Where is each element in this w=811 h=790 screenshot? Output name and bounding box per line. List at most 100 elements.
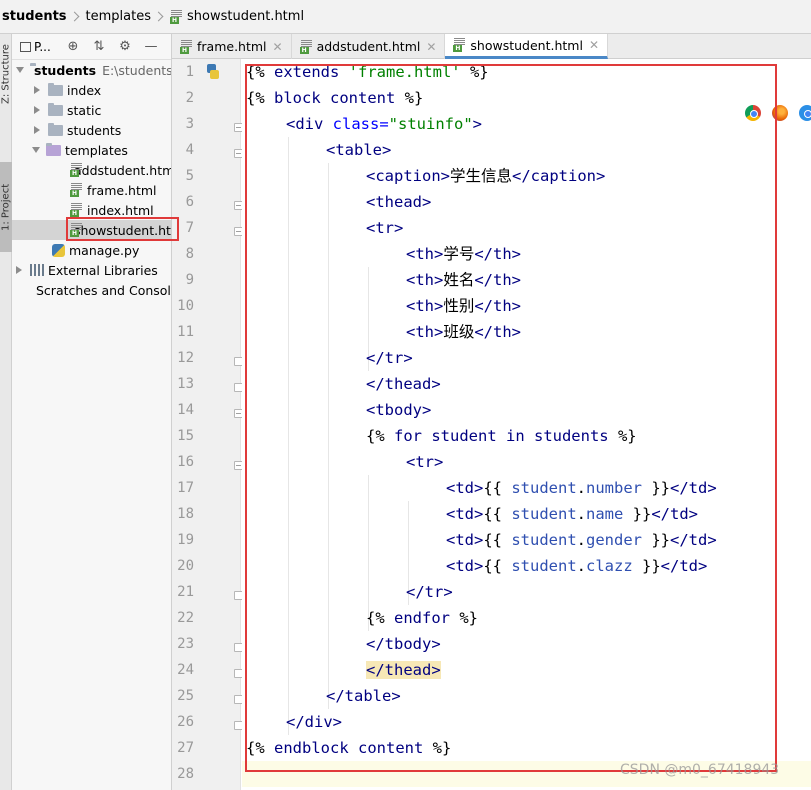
code-line-18: <td>{{ student.name }}</td> xyxy=(446,505,698,523)
breadcrumb-folder-label: templates xyxy=(85,9,152,24)
code-line-13: </thead> xyxy=(366,375,441,393)
html-file-icon: H xyxy=(170,9,183,24)
close-icon[interactable]: ✕ xyxy=(273,40,283,54)
tree-item-frame[interactable]: H frame.html xyxy=(12,180,171,200)
tree-item-label: addstudent.html xyxy=(74,162,172,178)
line-number: 11 xyxy=(177,324,194,340)
line-number: 8 xyxy=(185,246,194,262)
close-icon[interactable]: ✕ xyxy=(426,40,436,54)
project-view-selector[interactable]: P... xyxy=(20,34,60,60)
tab-addstudent-html[interactable]: H addstudent.html ✕ xyxy=(292,34,446,59)
chevron-right-icon xyxy=(153,11,164,22)
tree-item-external-libraries[interactable]: External Libraries xyxy=(12,260,171,280)
chevron-down-icon xyxy=(16,67,24,73)
tree-item-label: static xyxy=(67,102,102,118)
code-line-17: <td>{{ student.number }}</td> xyxy=(446,479,717,497)
python-interpreter-icon[interactable] xyxy=(205,63,221,81)
project-tool-tab[interactable]: 1: Project xyxy=(0,162,12,252)
tree-item-scratches[interactable]: Scratches and Consoles xyxy=(12,280,171,300)
editor-tab-bar: H frame.html ✕ H addstudent.html ✕ H sho… xyxy=(172,34,811,59)
safari-icon[interactable] xyxy=(799,105,811,121)
code-line-1: {% extends 'frame.html' %} xyxy=(246,63,489,81)
breadcrumb-file[interactable]: H showstudent.html xyxy=(170,9,304,24)
html-file-icon: H xyxy=(180,39,193,54)
tree-item-label: frame.html xyxy=(87,182,157,198)
tree-item-label: External Libraries xyxy=(48,262,158,278)
project-view-icon xyxy=(20,41,31,52)
folder-icon xyxy=(48,82,63,96)
tree-item-index-html[interactable]: H index.html xyxy=(12,200,171,220)
code-line-19: <td>{{ student.gender }}</td> xyxy=(446,531,717,549)
project-panel: P... ⊕ ⇅ ⚙ — students E:\students index … xyxy=(12,34,172,790)
watermark: CSDN @m0_67418943 xyxy=(620,762,780,778)
line-number: 16 xyxy=(177,454,194,470)
structure-tool-tab[interactable]: Z: Structure xyxy=(0,38,12,110)
tree-item-static[interactable]: static xyxy=(12,100,171,120)
line-number: 1 xyxy=(185,64,194,80)
tree-item-label: index xyxy=(67,82,102,98)
breadcrumb-folder[interactable]: templates xyxy=(86,9,151,24)
line-number: 15 xyxy=(177,428,194,444)
chevron-right-icon xyxy=(34,106,40,114)
tree-item-label: showstudent.html xyxy=(74,222,171,238)
code-line-5: <caption>学生信息</caption> xyxy=(366,167,606,185)
line-number: 26 xyxy=(177,714,194,730)
tree-item-label: templates xyxy=(65,142,128,158)
html-file-icon: H xyxy=(70,203,83,217)
hide-panel-icon[interactable]: — xyxy=(138,34,164,60)
line-number: 10 xyxy=(177,298,194,314)
editor-gutter[interactable]: 1 2 3 4 5 6 7 8 9 10 11 12 13 14 15 16 1… xyxy=(172,59,243,790)
code-line-12: </tr> xyxy=(366,349,413,367)
chevron-right-icon xyxy=(69,11,79,22)
tree-item-addstudent[interactable]: H addstudent.html xyxy=(12,160,172,180)
code-line-4: <table> xyxy=(326,141,392,159)
locate-target-icon[interactable]: ⊕ xyxy=(60,34,86,60)
code-line-3: <div class="stuinfo"> xyxy=(286,115,483,133)
code-line-14: <tbody> xyxy=(366,401,432,419)
breadcrumb-project[interactable]: students xyxy=(2,9,67,24)
code-line-9: <th>姓名</th> xyxy=(406,271,522,289)
collapse-all-icon[interactable]: ⇅ xyxy=(86,34,112,60)
chevron-down-icon xyxy=(32,147,40,153)
gear-icon[interactable]: ⚙ xyxy=(112,34,138,60)
code-line-27: {% endblock content %} xyxy=(246,739,452,757)
tab-showstudent-html[interactable]: H showstudent.html ✕ xyxy=(445,34,609,59)
tree-item-showstudent[interactable]: H showstudent.html xyxy=(12,220,171,240)
project-panel-toolbar: P... ⊕ ⇅ ⚙ — xyxy=(12,34,171,60)
code-line-6: <thead> xyxy=(366,193,432,211)
tree-item-label: index.html xyxy=(87,202,154,218)
firefox-icon[interactable] xyxy=(772,105,788,121)
code-line-21: </tr> xyxy=(406,583,453,601)
mismatched-tag-highlight: </thead> xyxy=(366,661,441,679)
folder-icon xyxy=(48,102,63,116)
code-line-10: <th>性别</th> xyxy=(406,297,522,315)
line-number: 20 xyxy=(177,558,194,574)
tree-root-path: E:\students xyxy=(102,62,172,78)
tree-item-index[interactable]: index xyxy=(12,80,171,100)
tab-label: addstudent.html xyxy=(316,39,421,54)
code-line-22: {% endfor %} xyxy=(366,609,478,627)
tree-item-manage-py[interactable]: manage.py xyxy=(12,240,171,260)
html-file-icon: H xyxy=(70,183,83,197)
line-number: 17 xyxy=(177,480,194,496)
tree-item-label: students xyxy=(67,122,122,138)
chevron-right-icon xyxy=(34,86,40,94)
line-number: 5 xyxy=(185,168,194,184)
code-line-2: {% block content %} xyxy=(246,89,424,107)
python-file-icon xyxy=(52,243,65,257)
code-editor[interactable]: {% extends 'frame.html' %} {% block cont… xyxy=(242,59,811,790)
library-icon xyxy=(30,264,44,276)
tree-item-students[interactable]: students xyxy=(12,120,171,140)
tree-item-templates[interactable]: templates xyxy=(12,140,171,160)
chrome-icon[interactable] xyxy=(745,105,761,121)
code-line-15: {% for student in students %} xyxy=(366,427,637,445)
close-icon[interactable]: ✕ xyxy=(589,38,599,52)
line-number: 23 xyxy=(177,636,194,652)
line-number: 9 xyxy=(185,272,194,288)
tree-root-students[interactable]: students E:\students xyxy=(12,60,172,80)
folder-icon xyxy=(48,122,63,136)
code-line-24: </thead> xyxy=(366,657,441,683)
indent-guide xyxy=(328,163,329,709)
line-number: 27 xyxy=(177,740,194,756)
tab-frame-html[interactable]: H frame.html ✕ xyxy=(172,34,292,59)
